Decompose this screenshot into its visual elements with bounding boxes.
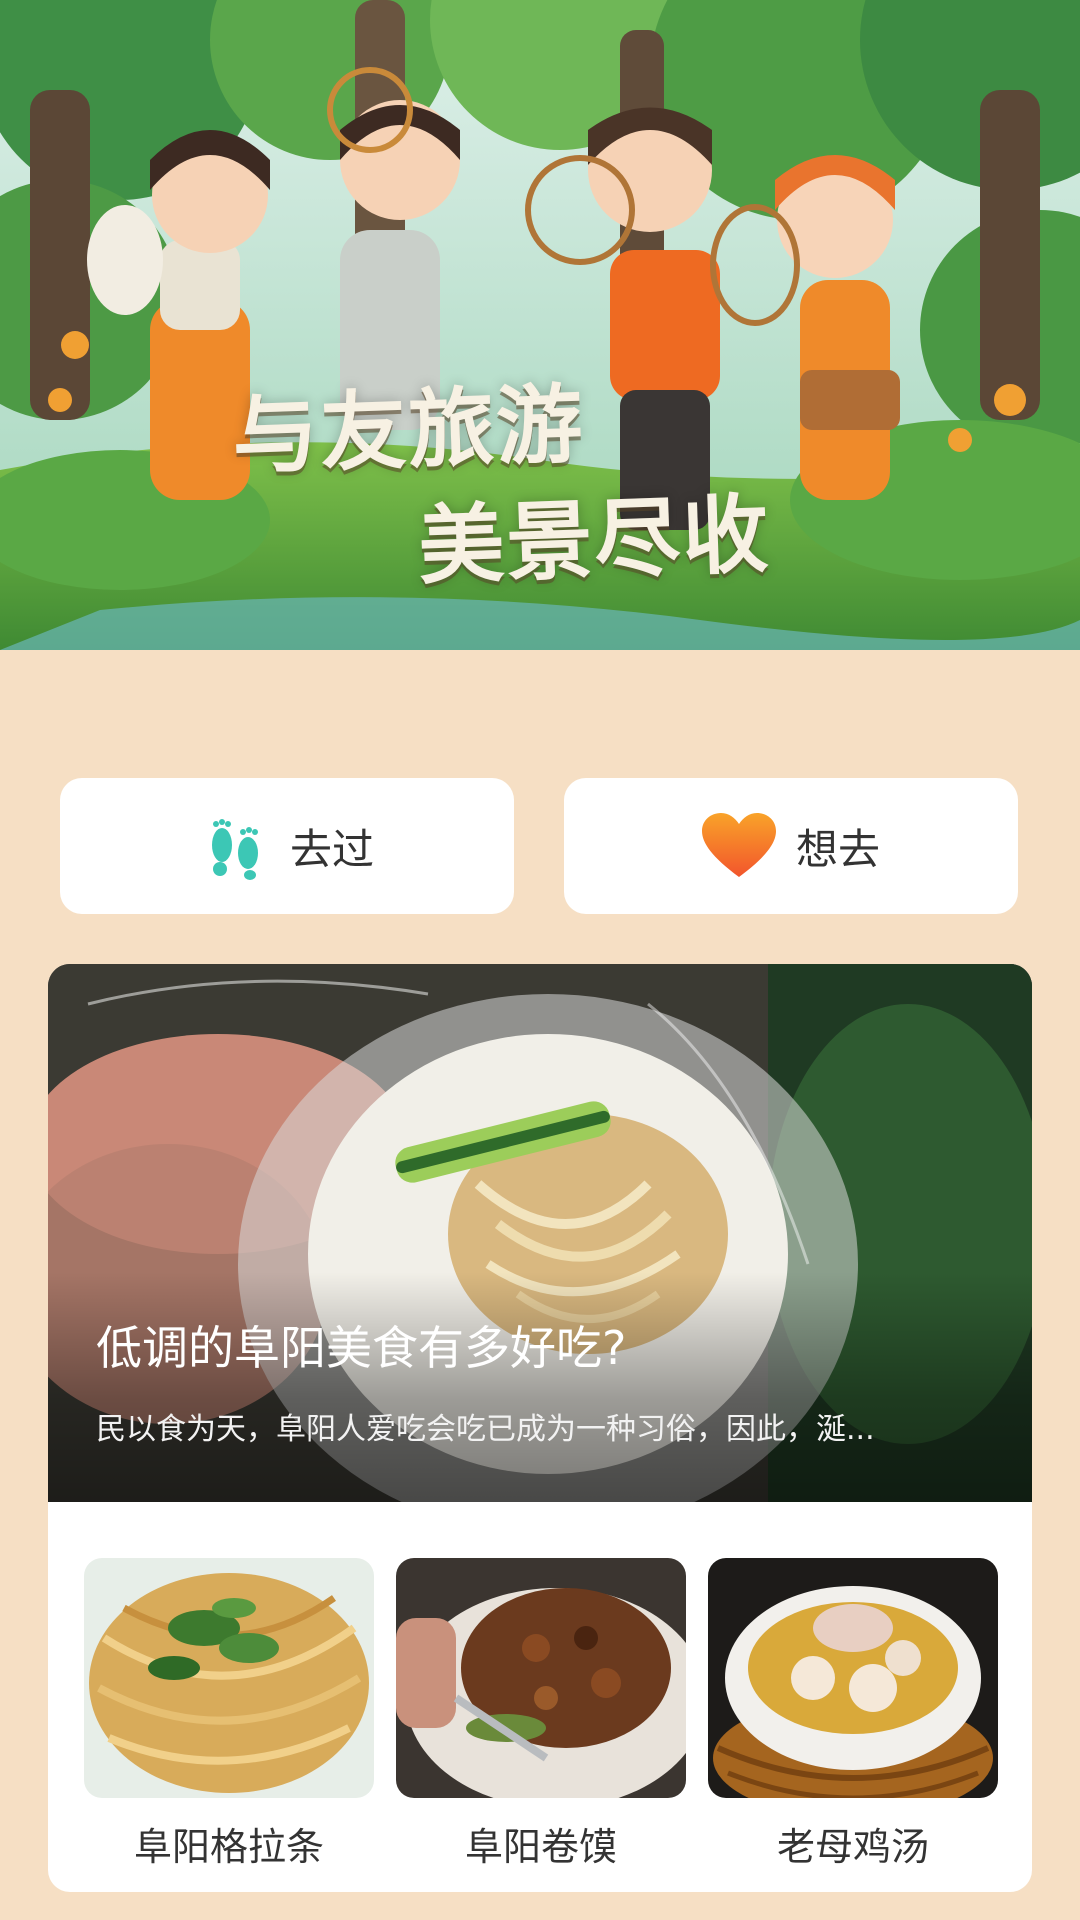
featured-article[interactable]: 低调的阜阳美食有多好吃? 民以食为天，阜阳人爱吃会吃已成为一种习俗，因此，涎..… <box>48 964 1032 1502</box>
app-page: 与友旅游 美景尽收 去过 想去 低调的阜阳美食有多好吃? 民以食为天，阜阳人爱吃… <box>0 0 1080 1920</box>
been-there-button[interactable]: 去过 <box>60 778 514 914</box>
heart-icon <box>701 813 776 879</box>
dish-photo <box>84 1558 374 1798</box>
dish-name: 阜阳格拉条 <box>133 1825 324 1869</box>
dish-name: 阜阳卷馍 <box>464 1825 617 1869</box>
hero-title-line-1: 与友旅游 <box>230 374 586 488</box>
dish-name: 老母鸡汤 <box>776 1825 929 1869</box>
feature-title: 低调的阜阳美食有多好吃? <box>96 1321 627 1375</box>
hero-title-line-2: 美景尽收 <box>416 484 772 598</box>
footprints-icon <box>200 811 270 881</box>
dish-photo <box>708 1558 998 1798</box>
want-to-go-button[interactable]: 想去 <box>564 778 1018 914</box>
want-to-go-label: 想去 <box>795 824 880 874</box>
hero-banner[interactable]: 与友旅游 美景尽收 <box>0 0 1080 650</box>
dish-item[interactable]: 阜阳卷馍 <box>396 1558 686 1869</box>
dish-item[interactable]: 老母鸡汤 <box>708 1558 998 1869</box>
been-there-label: 去过 <box>289 824 374 874</box>
food-feature-card: 低调的阜阳美食有多好吃? 民以食为天，阜阳人爱吃会吃已成为一种习俗，因此，涎..… <box>48 964 1032 1892</box>
feature-description: 民以食为天，阜阳人爱吃会吃已成为一种习俗，因此，涎... <box>96 1412 875 1447</box>
dish-photo <box>396 1558 686 1798</box>
dish-list: 阜阳格拉条 阜阳卷馍 老母鸡汤 <box>48 1558 1032 1869</box>
feature-overlay <box>48 1272 1032 1502</box>
dish-item[interactable]: 阜阳格拉条 <box>84 1558 374 1869</box>
